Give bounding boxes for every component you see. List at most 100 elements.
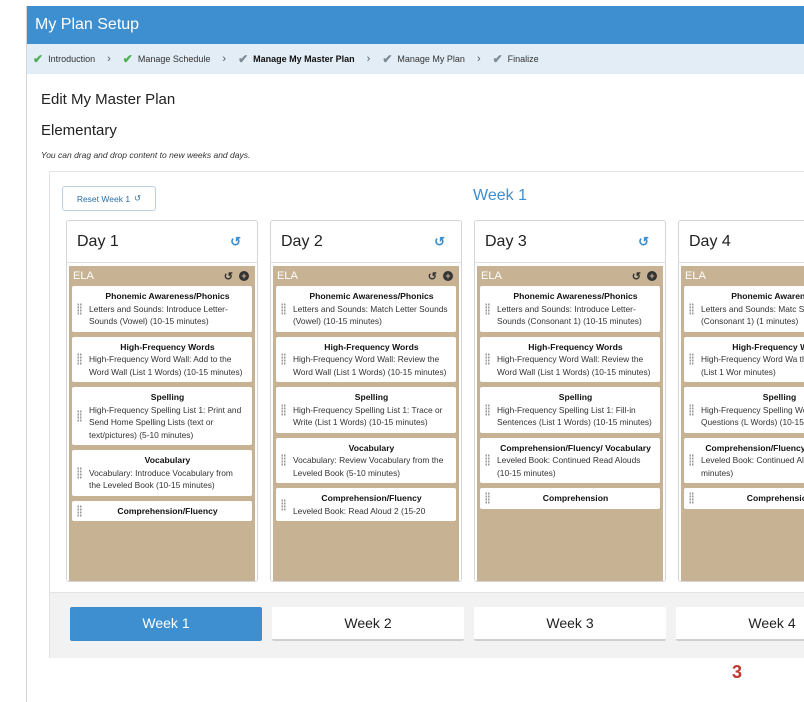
day-header: Day 3 ↺ bbox=[475, 221, 665, 263]
activity-title: Spelling bbox=[558, 392, 593, 402]
activity-description: Leveled Book: Continued Read Alouds (10-… bbox=[497, 455, 641, 478]
page-number: 3 bbox=[732, 662, 743, 682]
activity-card[interactable]: Phonemic Awareness/Phonics Letters and So… bbox=[72, 286, 252, 332]
add-icon[interactable]: + bbox=[239, 271, 249, 281]
step-label: Manage My Plan bbox=[397, 54, 465, 64]
undo-icon[interactable]: ↺ bbox=[224, 270, 233, 283]
activity-title: Spelling bbox=[762, 392, 797, 402]
week-tab-4[interactable]: Week 4 bbox=[676, 607, 804, 641]
drag-handle-icon[interactable] bbox=[77, 410, 82, 422]
week-heading: Week 1 bbox=[473, 187, 527, 204]
activity-title: Comprehension bbox=[542, 493, 609, 503]
activity-title: Comprehension bbox=[746, 493, 804, 503]
drag-handle-icon[interactable] bbox=[485, 302, 490, 315]
step-label: Introduction bbox=[48, 54, 96, 64]
activity-card[interactable]: Phonemic Awareness/P Letters and Sounds: … bbox=[684, 286, 804, 332]
activity-title: High-Frequency Words bbox=[120, 341, 215, 352]
reset-day-icon[interactable]: ↺ bbox=[638, 234, 649, 250]
subject-name: ELA bbox=[685, 270, 706, 282]
drag-handle-icon[interactable] bbox=[281, 353, 286, 366]
add-icon[interactable]: + bbox=[443, 271, 453, 281]
week-tab-2[interactable]: Week 2 bbox=[272, 607, 464, 641]
activity-card[interactable]: Comprehension bbox=[480, 488, 660, 509]
activity-title: High-Frequency Words bbox=[732, 341, 804, 352]
step-manage-my-plan[interactable]: ✔ Manage My Plan › bbox=[382, 52, 492, 66]
reset-day-icon[interactable]: ↺ bbox=[434, 234, 445, 250]
subject-block: ELA ↺ + Phonemic Awareness/Phonics Letters a… bbox=[69, 266, 255, 581]
drag-handle-icon[interactable] bbox=[689, 403, 694, 416]
activity-title: Vocabulary bbox=[144, 455, 191, 465]
activity-card[interactable]: Comprehension bbox=[684, 488, 804, 509]
week-tab-1[interactable]: Week 1 bbox=[70, 607, 262, 641]
drag-handle-icon[interactable] bbox=[77, 504, 82, 517]
activity-card[interactable]: Comprehension/Fluency bbox=[72, 500, 252, 521]
activity-card[interactable]: High-Frequency Words High-Frequency Word … bbox=[684, 336, 804, 382]
add-icon[interactable]: + bbox=[647, 271, 657, 281]
check-icon: ✔ bbox=[492, 52, 503, 66]
subject-name: ELA bbox=[277, 270, 298, 282]
drag-handle-icon[interactable] bbox=[485, 353, 490, 366]
subject-header: ELA↺+ bbox=[681, 266, 804, 286]
activity-card[interactable]: Phonemic Awareness/Phonics Letters and So… bbox=[480, 286, 660, 332]
drag-handle-icon[interactable] bbox=[281, 302, 286, 315]
activity-card[interactable]: Comprehension/Fluency Vocabulary Leveled … bbox=[684, 437, 804, 483]
drag-handle-icon[interactable] bbox=[485, 492, 490, 505]
chevron-right-icon: › bbox=[107, 53, 111, 65]
activity-description: Vocabulary: Review Vocabulary from the L… bbox=[293, 455, 444, 478]
activity-card[interactable]: Spelling High-Frequency Spelling List 1: … bbox=[276, 387, 456, 433]
activity-card[interactable]: Spelling High-Frequency Spelling List 1: … bbox=[72, 387, 252, 445]
drag-handle-icon[interactable] bbox=[485, 454, 490, 467]
activity-title: Phonemic Awareness/Phonics bbox=[513, 291, 638, 301]
activity-title: Phonemic Awareness/Phonics bbox=[309, 291, 434, 301]
step-manage-master-plan[interactable]: ✔ Manage My Master Plan › bbox=[238, 52, 382, 66]
app-title-bar: My Plan Setup bbox=[27, 6, 804, 44]
activity-title: Phonemic Awareness/P bbox=[731, 291, 804, 301]
reset-week-button[interactable]: Reset Week 1 ↺ bbox=[62, 186, 156, 211]
activity-card[interactable]: High-Frequency Words High-Frequency Word … bbox=[480, 336, 660, 382]
activity-card[interactable]: Vocabulary Vocabulary: Introduce Vocabula… bbox=[72, 450, 252, 496]
drag-handle-icon[interactable] bbox=[689, 492, 694, 505]
week-tab-3[interactable]: Week 3 bbox=[474, 607, 666, 641]
undo-icon[interactable]: ↺ bbox=[428, 270, 437, 283]
step-manage-schedule[interactable]: ✔ Manage Schedule › bbox=[123, 52, 238, 66]
step-introduction[interactable]: ✔ Introduction › bbox=[33, 52, 123, 66]
check-icon: ✔ bbox=[33, 52, 44, 66]
chevron-right-icon: › bbox=[366, 53, 371, 65]
subject-header: ELA↺+ bbox=[69, 266, 255, 286]
activity-card[interactable]: High-Frequency Words High-Frequency Word … bbox=[276, 336, 456, 382]
step-label: Manage My Master Plan bbox=[253, 54, 355, 64]
drag-handle-icon[interactable] bbox=[77, 466, 82, 479]
activity-card[interactable]: Spelling High-Frequency Spelling List 1: … bbox=[480, 387, 660, 433]
subject-block: ELA ↺ + Phonemic Awareness/Phonics Letters a… bbox=[273, 266, 459, 581]
activity-card[interactable]: Comprehension/Fluency/ Vocabulary Leveled… bbox=[480, 437, 660, 483]
activity-card[interactable]: Spelling High-Frequency Spelling Word Stu… bbox=[684, 387, 804, 433]
activity-title: High-Frequency Words bbox=[528, 341, 623, 352]
activity-description: High-Frequency Word Wall: Review the Wor… bbox=[497, 354, 651, 377]
plan-setup-window: My Plan Setup ✔ Introduction › ✔ Manage … bbox=[26, 6, 804, 702]
activity-card[interactable]: Phonemic Awareness/Phonics Letters and So… bbox=[276, 286, 456, 332]
drag-handle-icon[interactable] bbox=[281, 498, 286, 511]
section-title: Elementary bbox=[41, 122, 117, 139]
activity-card[interactable]: High-Frequency Words High-Frequency Word … bbox=[72, 336, 252, 382]
activity-description: High-Frequency Spelling List 1: Fill-in … bbox=[497, 404, 652, 428]
drag-handle-icon[interactable] bbox=[77, 353, 82, 366]
step-finalize[interactable]: ✔ Finalize bbox=[493, 52, 539, 66]
drag-handle-icon[interactable] bbox=[281, 403, 286, 416]
drag-handle-icon[interactable] bbox=[689, 353, 694, 366]
undo-icon[interactable]: ↺ bbox=[632, 270, 641, 283]
activity-card[interactable]: Comprehension/Fluency Leveled Book: Read … bbox=[276, 488, 456, 521]
drag-handle-icon[interactable] bbox=[689, 302, 694, 315]
drag-handle-icon[interactable] bbox=[485, 403, 490, 416]
activity-description: High-Frequency Word Wa the Word Wall (Li… bbox=[701, 354, 804, 377]
drag-handle-icon[interactable] bbox=[689, 454, 694, 467]
reset-day-icon[interactable]: ↺ bbox=[230, 234, 241, 250]
drag-handle-icon[interactable] bbox=[281, 454, 286, 467]
day-column: Day 2 ↺ ELA ↺ + Phonemic Awareness/Phonics Let… bbox=[270, 220, 462, 582]
day-label: Day 3 bbox=[485, 232, 527, 250]
activity-description: Letters and Sounds: Matc Sounds (Consona… bbox=[701, 303, 804, 327]
day-label: Day 2 bbox=[281, 232, 323, 250]
drag-handle-icon[interactable] bbox=[77, 302, 82, 315]
activity-description: High-Frequency Spelling Word Study Quest… bbox=[701, 404, 804, 428]
activity-card[interactable]: Vocabulary Vocabulary: Review Vocabulary … bbox=[276, 437, 456, 483]
activity-title: High-Frequency Words bbox=[324, 341, 419, 352]
